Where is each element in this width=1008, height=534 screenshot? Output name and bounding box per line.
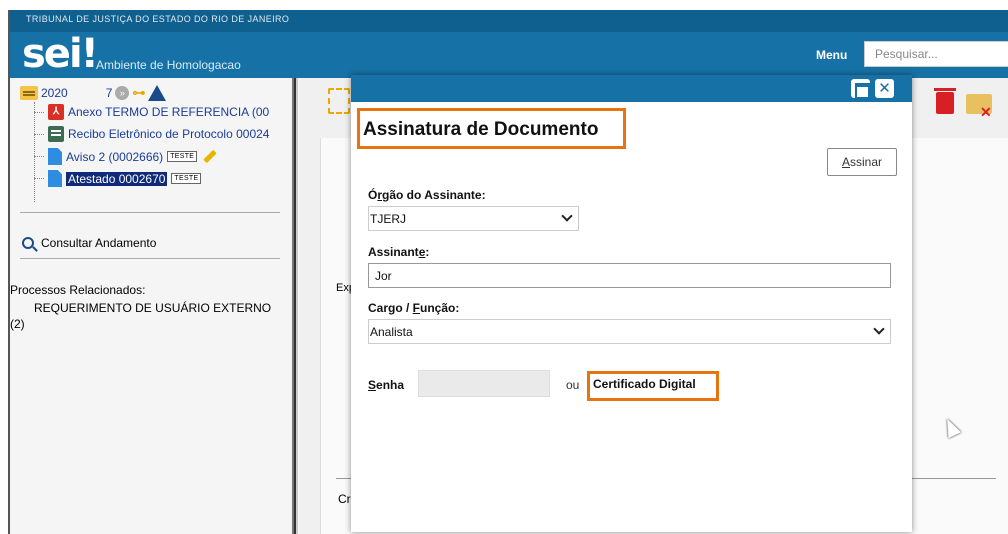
process-number[interactable]: 2020: [41, 86, 68, 100]
cargo-select[interactable]: Analista: [368, 319, 891, 344]
assinante-label: Assinante:: [368, 245, 430, 259]
close-folder-icon: ✕: [980, 104, 992, 120]
search-icon: [22, 237, 34, 249]
maximize-icon[interactable]: [851, 79, 870, 99]
consult-label[interactable]: Consultar Andamento: [41, 236, 156, 250]
related-process-link[interactable]: REQUERIMENTO DE USUÁRIO EXTERNO (2): [10, 300, 280, 332]
related-processes-title: Processos Relacionados:: [10, 283, 146, 297]
tree-item-anexo[interactable]: ⅄ Anexo TERMO DE REFERENCIA (00: [34, 104, 269, 120]
document-icon: [48, 170, 62, 187]
dialog-title: Assinatura de Documento: [363, 119, 599, 140]
sei-logo[interactable]: sei!: [22, 34, 99, 74]
tree-item-label[interactable]: Anexo TERMO DE REFERENCIA (00: [68, 105, 269, 119]
trash-icon[interactable]: [934, 88, 956, 114]
app-header: sei! Ambiente de Homologacao Menu Pesqui…: [10, 32, 1008, 78]
orgao-value: TJERJ: [370, 212, 406, 226]
environment-label: Ambiente de Homologacao: [96, 58, 241, 72]
consultar-andamento-link[interactable]: Consultar Andamento: [22, 236, 156, 250]
sign-button[interactable]: Assinar: [827, 148, 897, 176]
sign-button-accesskey: A: [841, 155, 850, 169]
tree-item-aviso[interactable]: Aviso 2 (0002666) TESTE: [34, 148, 217, 165]
signature-dialog: ✕ Assinatura de Documento Assinar Órgão …: [351, 75, 912, 532]
document-action-icon[interactable]: [328, 88, 350, 114]
orgao-label: Órgão do Assinante:: [368, 188, 486, 202]
close-icon[interactable]: ✕: [875, 79, 894, 98]
forward-icon[interactable]: »: [115, 86, 130, 100]
document-icon: [48, 148, 62, 165]
divider: [20, 212, 280, 213]
dialog-titlebar[interactable]: ✕: [351, 75, 912, 102]
pane-splitter[interactable]: [292, 78, 298, 534]
cargo-value: Analista: [370, 325, 413, 339]
or-label: ou: [566, 378, 580, 392]
chevron-down-icon: [873, 323, 885, 335]
tree-item-label[interactable]: Aviso 2 (0002666): [66, 150, 163, 164]
tree-item-recibo[interactable]: Recibo Eletrônico de Protocolo 00024: [34, 126, 269, 142]
teste-badge: TESTE: [171, 173, 202, 184]
senha-label: Senha: [368, 378, 405, 392]
pdf-icon: ⅄: [48, 104, 64, 120]
divider: [20, 258, 280, 259]
folder-icon: [20, 86, 38, 100]
org-banner: TRIBUNAL DE JUSTIÇA DO ESTADO DO RIO DE …: [10, 10, 1008, 32]
tree-item-label-selected[interactable]: Atestado 0002670: [66, 171, 168, 186]
tree-item-label[interactable]: Recibo Eletrônico de Protocolo 00024: [68, 127, 269, 141]
process-number-suffix: 7: [105, 86, 113, 100]
cargo-label: Cargo / Função:: [368, 301, 460, 315]
assinante-input[interactable]: Jor: [368, 263, 891, 288]
form-icon: [48, 126, 64, 142]
sign-button-label: ssinar: [850, 155, 883, 169]
password-field[interactable]: [418, 370, 550, 397]
chevron-down-icon: [561, 210, 573, 222]
teste-badge: TESTE: [167, 151, 198, 162]
pencil-icon[interactable]: [203, 149, 217, 164]
tree-item-atestado[interactable]: Atestado 0002670 TESTE: [34, 170, 202, 187]
process-tree-pane: 2020 7 » ⊶ ⅄ Anexo TERMO DE REFERENCIA (…: [10, 78, 290, 534]
digital-certificate-link[interactable]: Certificado Digital: [593, 377, 696, 391]
warning-icon[interactable]: [148, 85, 167, 101]
process-root[interactable]: 2020 7 » ⊶: [20, 85, 167, 101]
key-icon[interactable]: ⊶: [132, 85, 145, 101]
search-input[interactable]: Pesquisar...: [864, 41, 1008, 67]
orgao-select[interactable]: TJERJ: [368, 206, 579, 231]
menu-button[interactable]: Menu: [816, 48, 847, 62]
